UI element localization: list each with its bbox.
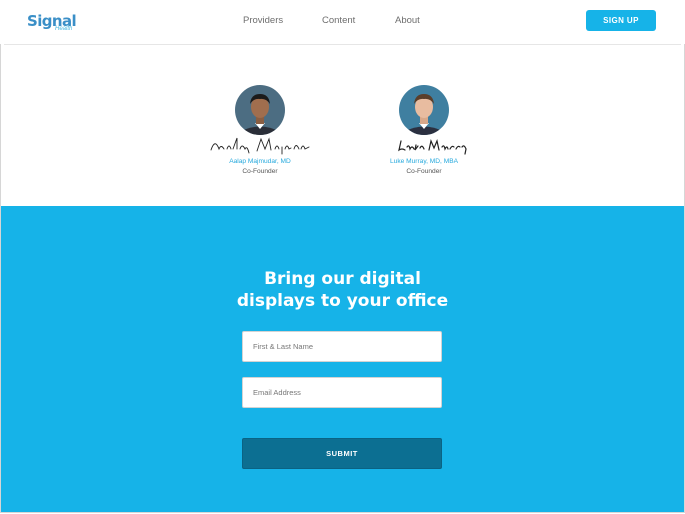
- founder-role: Co-Founder: [406, 168, 442, 175]
- email-input[interactable]: [243, 378, 441, 407]
- nav-about[interactable]: About: [395, 15, 420, 26]
- nav-providers[interactable]: Providers: [243, 15, 283, 26]
- founder-card-luke: Luke Murray, MD, MBA Co-Founder: [359, 85, 489, 175]
- cta-heading-line1: Bring our digital: [264, 269, 421, 289]
- founder-name[interactable]: Luke Murray, MD, MBA: [359, 158, 489, 165]
- sign-up-button[interactable]: SIGN UP: [586, 10, 656, 31]
- site-header: Signal Health Providers Content About SI…: [0, 0, 685, 44]
- header-divider: [4, 44, 681, 45]
- founder-card-aalap: Aalap Majmudar, MD Co-Founder: [195, 85, 325, 175]
- signature-aalap: [195, 135, 325, 157]
- name-input[interactable]: [243, 332, 441, 361]
- logo-subtitle: Health: [55, 26, 73, 32]
- name-field[interactable]: [242, 331, 442, 362]
- nav-content[interactable]: Content: [322, 15, 355, 26]
- email-field[interactable]: [242, 377, 442, 408]
- signal-health-logo[interactable]: Signal Health: [27, 12, 77, 34]
- founder-photo-luke: [399, 85, 449, 135]
- cta-heading: Bring our digital displays to your offic…: [1, 268, 684, 312]
- cta-heading-line2: displays to your office: [236, 291, 449, 311]
- founder-photo-aalap: [235, 85, 285, 135]
- signature-luke: [359, 135, 489, 157]
- founder-name[interactable]: Aalap Majmudar, MD: [195, 158, 325, 165]
- founder-role: Co-Founder: [242, 168, 278, 175]
- signup-cta-section: Bring our digital displays to your offic…: [1, 206, 684, 512]
- submit-button[interactable]: SUBMIT: [242, 438, 442, 469]
